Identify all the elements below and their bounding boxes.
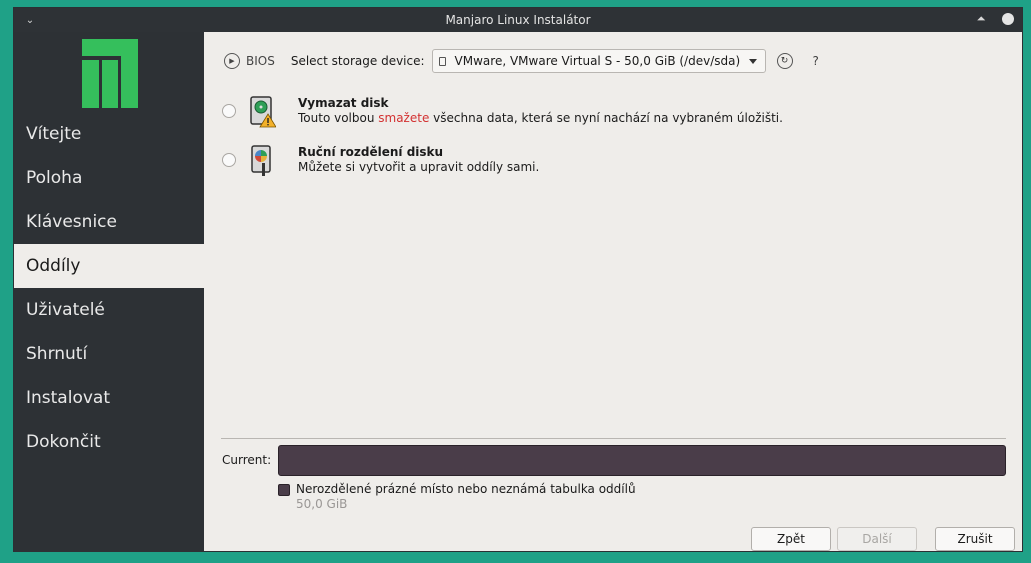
drive-harddisk-edit-icon (250, 145, 276, 177)
installer-window: ⌄ Manjaro Linux Instalátor ⏶ Vítejte Pol… (13, 7, 1023, 552)
titlebar: ⌄ Manjaro Linux Instalátor ⏶ (14, 8, 1022, 32)
manual-partition-radio[interactable] (222, 153, 236, 167)
sidebar-item-poloha[interactable]: Poloha (14, 156, 204, 200)
refresh-icon[interactable]: ↻ (776, 53, 793, 69)
partition-bar (278, 445, 1006, 476)
storage-toolbar: ▶ BIOS Select storage device: VMware, VM… (224, 49, 819, 73)
chevron-down-icon (748, 59, 757, 64)
play-icon: ▶ (224, 53, 240, 69)
legend-size: 50,0 GiB (296, 497, 348, 511)
storage-device-value: VMware, VMware Virtual S - 50,0 GiB (/de… (454, 54, 741, 68)
legend-swatch (278, 484, 290, 496)
bios-indicator: ▶ BIOS (224, 53, 275, 69)
bios-label: BIOS (246, 54, 275, 68)
option-manual-partition[interactable]: Ruční rozdělení disku Můžete si vytvořit… (222, 145, 539, 177)
erase-disk-title: Vymazat disk (298, 96, 389, 110)
back-button[interactable]: Zpět (751, 527, 831, 551)
sidebar-item-oddily[interactable]: Oddíly (14, 244, 204, 288)
close-icon[interactable] (1002, 13, 1014, 25)
sidebar-item-instalovat[interactable]: Instalovat (14, 376, 204, 420)
maximize-icon[interactable]: ⏶ (974, 12, 988, 26)
erase-disk-description: Touto volbou smažete všechna data, která… (298, 111, 783, 125)
sidebar-item-klavesnice[interactable]: Klávesnice (14, 200, 204, 244)
manual-partition-title: Ruční rozdělení disku (298, 145, 444, 159)
divider (221, 438, 1006, 439)
erase-disk-radio[interactable] (222, 104, 236, 118)
option-erase-disk[interactable]: Vymazat disk Touto volbou smažete všechn… (222, 96, 783, 128)
storage-device-select[interactable]: VMware, VMware Virtual S - 50,0 GiB (/de… (431, 49, 766, 73)
sidebar-nav: Vítejte Poloha Klávesnice Oddíly Uživate… (14, 112, 204, 464)
disk-icon (438, 56, 446, 66)
sidebar: Vítejte Poloha Klávesnice Oddíly Uživate… (14, 32, 204, 552)
sidebar-item-vitejte[interactable]: Vítejte (14, 112, 204, 156)
manual-partition-description: Můžete si vytvořit a upravit oddíly sami… (298, 160, 540, 174)
legend-label: Nerozdělené prázné místo nebo neznámá ta… (296, 482, 636, 496)
next-button[interactable]: Další (837, 527, 917, 551)
current-label: Current: (222, 453, 272, 467)
window-menu-icon[interactable]: ⌄ (22, 12, 38, 28)
drive-harddisk-warning-icon (250, 96, 277, 128)
cancel-button[interactable]: Zrušit (935, 527, 1015, 551)
sidebar-item-shrnuti[interactable]: Shrnutí (14, 332, 204, 376)
erase-warning-word: smažete (378, 111, 430, 125)
window-title: Manjaro Linux Instalátor (445, 13, 591, 27)
storage-device-label: Select storage device: (290, 54, 425, 68)
help-button[interactable]: ? (813, 54, 819, 68)
partition-legend: Nerozdělené prázné místo nebo neznámá ta… (278, 482, 636, 511)
sidebar-item-uzivatele[interactable]: Uživatelé (14, 288, 204, 332)
sidebar-item-dokoncit[interactable]: Dokončit (14, 420, 204, 464)
manjaro-logo (82, 39, 138, 108)
main-content: ▶ BIOS Select storage device: VMware, VM… (204, 32, 1024, 552)
